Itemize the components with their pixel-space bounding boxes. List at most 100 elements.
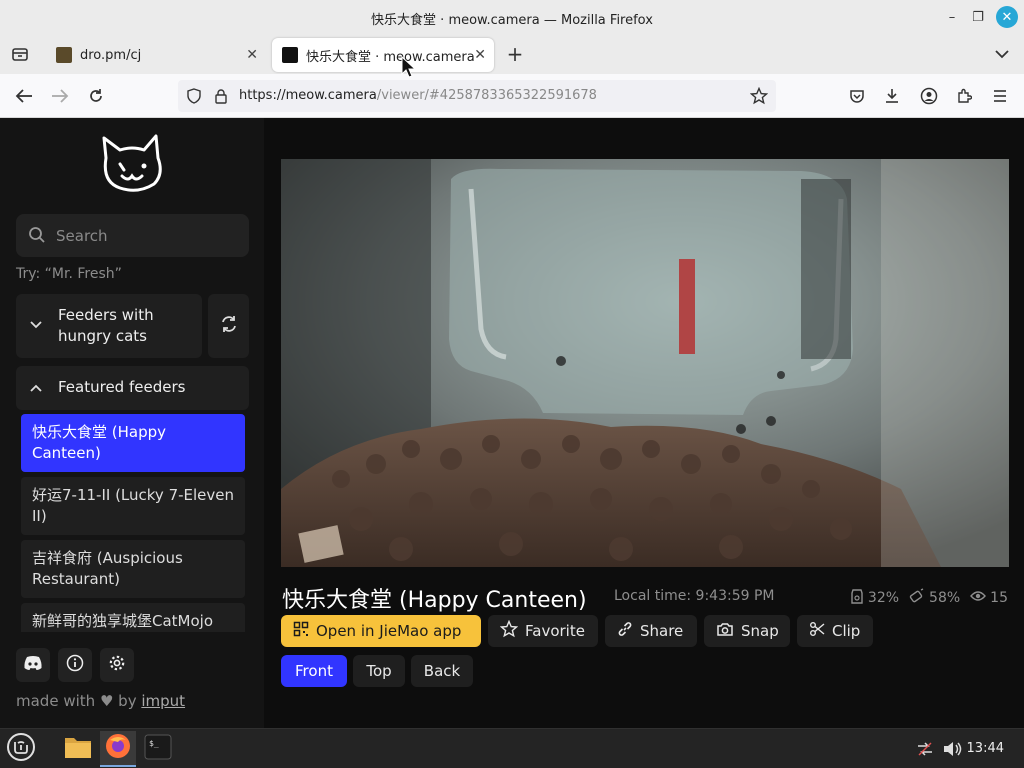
discord-icon [23,655,43,675]
heart-icon: ♥ [99,692,114,710]
battery-stat: 58% [909,588,960,608]
search-box [16,214,249,257]
folder-icon [63,734,93,764]
info-button[interactable] [58,648,92,682]
search-input[interactable] [56,214,241,257]
maximize-button[interactable]: ❐ [967,6,989,28]
shield-icon[interactable] [186,88,202,108]
window-titlebar: 快乐大食堂 · meow.camera — Mozilla Firefox – … [0,0,1024,34]
tab-meow-camera[interactable]: 快乐大食堂 · meow.camera ✕ [272,38,494,72]
scissors-icon [809,621,825,641]
menu-icon[interactable] [988,84,1012,108]
qr-code-icon [293,621,309,641]
open-in-app-label: Open in JieMao app [316,622,462,640]
favorite-button[interactable]: Favorite [488,615,598,647]
snap-button[interactable]: Snap [704,615,790,647]
battery-icon [909,588,925,608]
eye-icon [970,590,987,606]
terminal-app-button[interactable]: $_ [140,731,176,767]
open-in-app-button[interactable]: Open in JieMao app [281,615,481,647]
close-tab-icon[interactable]: ✕ [246,47,258,63]
network-icon[interactable] [910,731,940,767]
meow-camera-logo[interactable] [98,134,166,196]
feeder-list: 快乐大食堂 (Happy Canteen) 好运7-11-II (Lucky 7… [0,414,264,632]
window-title: 快乐大食堂 · meow.camera — Mozilla Firefox [371,13,653,28]
feeder-title: 快乐大食堂 (Happy Canteen) [282,588,587,613]
gear-icon [108,654,126,676]
hungry-cats-group-label: Feeders with hungry cats [58,306,154,345]
taskbar-clock[interactable]: 13:44 [967,741,1004,756]
share-label: Share [640,622,684,640]
hungry-cats-group-toggle[interactable]: Feeders with hungry cats [16,294,202,358]
info-icon [66,654,84,676]
bookmark-star-icon[interactable] [749,86,769,109]
discord-button[interactable] [16,648,50,682]
start-menu-button[interactable] [3,731,39,767]
sidebar: Try: “Mr. Fresh” Feeders with hungry cat… [0,118,264,728]
extensions-icon[interactable] [952,84,976,108]
pocket-icon[interactable] [845,84,869,108]
feeder-item-catmojo[interactable]: 新鲜哥的独享城堡CatMojo [21,603,245,632]
food-level-stat: 32% [850,588,899,608]
settings-button[interactable] [100,648,134,682]
meow-camera-favicon [282,47,298,63]
reload-button[interactable] [84,84,108,108]
downloads-icon[interactable] [880,84,904,108]
firefox-app-button[interactable] [100,731,136,767]
firefox-icon [104,732,132,764]
new-tab-button[interactable]: + [503,42,527,66]
clip-button[interactable]: Clip [797,615,873,647]
viewers-stat: 15 [970,590,1008,606]
account-icon[interactable] [917,84,941,108]
forward-button[interactable] [48,84,72,108]
local-time: Local time: 9:43:59 PM [614,588,775,604]
tab-title: dro.pm/cj [80,47,142,63]
made-with-footer: made with ♥ by imput [16,692,185,710]
mouse-cursor [401,55,417,82]
volume-icon[interactable] [938,731,966,767]
url-bar[interactable]: https://meow.camera/viewer/#425878336532… [178,80,776,112]
tab-bar: dro.pm/cj ✕ 快乐大食堂 · meow.camera ✕ + [0,34,1024,74]
star-icon [499,619,519,642]
favorite-label: Favorite [525,622,585,640]
clip-label: Clip [832,622,861,640]
view-back-button[interactable]: Back [411,655,473,687]
tab-list-icon[interactable] [8,42,32,66]
lock-icon[interactable] [214,88,228,108]
close-tab-icon[interactable]: ✕ [474,47,486,63]
mint-logo-icon [6,732,36,766]
view-front-button[interactable]: Front [281,655,347,687]
files-app-button[interactable] [60,731,96,767]
minimize-button[interactable]: – [941,6,963,28]
food-level-value: 32% [867,590,900,606]
viewers-value: 15 [990,590,1008,606]
by-text: by [118,692,137,710]
terminal-icon: $_ [144,734,172,764]
chevron-up-icon [30,381,42,395]
svg-text:$_: $_ [149,739,159,748]
food-bag-icon [850,588,864,608]
close-window-button[interactable]: ✕ [996,6,1018,28]
back-button[interactable] [12,84,36,108]
dro-pm-favicon [56,47,72,63]
feeder-item-auspicious-restaurant[interactable]: 吉祥食府 (Auspicious Restaurant) [21,540,245,598]
feeder-item-lucky-7-eleven[interactable]: 好运7-11-II (Lucky 7-Eleven II) [21,477,245,535]
author-link[interactable]: imput [141,692,185,710]
chevron-down-icon [30,318,42,332]
taskbar: $_ 13:44 [0,728,1024,768]
refresh-button[interactable] [208,294,249,358]
tab-title: 快乐大食堂 · meow.camera [306,49,475,65]
refresh-icon [220,315,238,337]
page-content: Try: “Mr. Fresh” Feeders with hungry cat… [0,118,1024,728]
featured-feeders-group-toggle[interactable]: Featured feeders [16,366,249,410]
url-host: https://meow.camera [239,88,377,103]
battery-value: 58% [929,590,961,606]
link-icon [617,621,633,641]
chevron-down-icon[interactable] [990,42,1014,66]
share-button[interactable]: Share [605,615,697,647]
url-path: /viewer/#4258783365322591678 [376,88,597,103]
view-top-button[interactable]: Top [353,655,405,687]
camera-video-feed[interactable] [281,159,1009,567]
tab-dro-pm[interactable]: dro.pm/cj ✕ [46,38,266,72]
feeder-item-happy-canteen[interactable]: 快乐大食堂 (Happy Canteen) [21,414,245,472]
